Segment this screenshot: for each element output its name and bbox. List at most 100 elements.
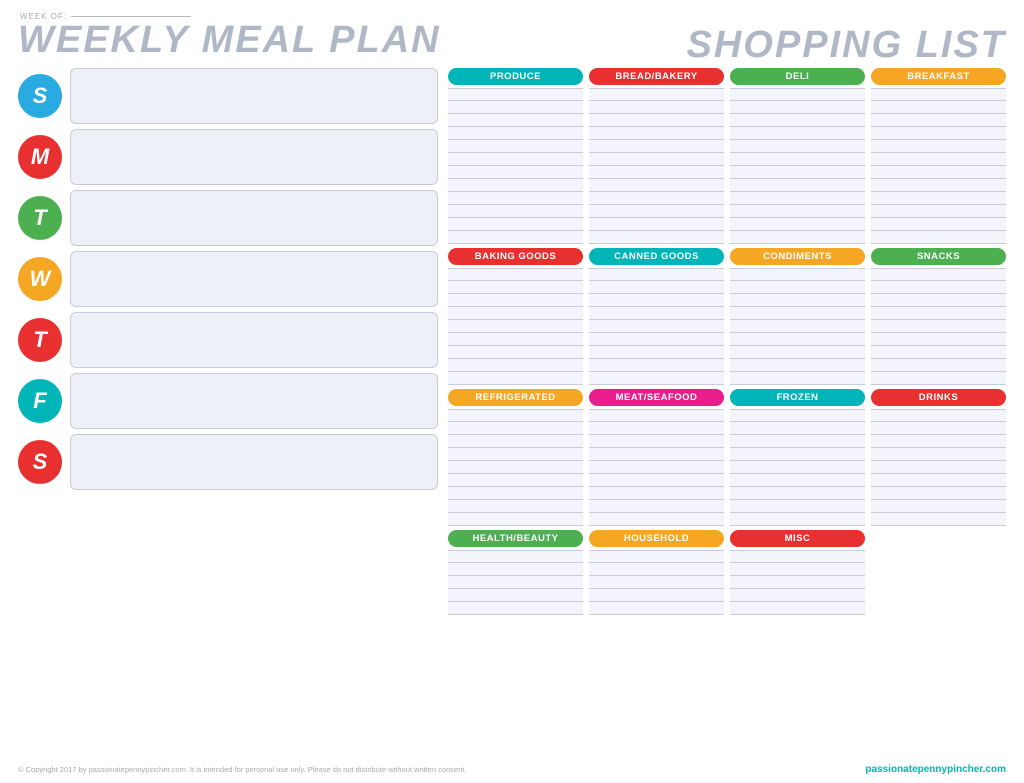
ruled-line[interactable] — [730, 218, 865, 231]
ruled-line[interactable] — [730, 372, 865, 385]
ruled-line[interactable] — [589, 513, 724, 526]
ruled-line[interactable] — [448, 231, 583, 244]
ruled-line[interactable] — [448, 127, 583, 140]
ruled-line[interactable] — [730, 500, 865, 513]
ruled-line[interactable] — [871, 218, 1006, 231]
meal-input-box[interactable] — [70, 190, 438, 246]
ruled-line[interactable] — [448, 333, 583, 346]
ruled-line[interactable] — [730, 448, 865, 461]
ruled-line[interactable] — [730, 127, 865, 140]
ruled-line[interactable] — [871, 268, 1006, 281]
ruled-line[interactable] — [589, 372, 724, 385]
ruled-line[interactable] — [448, 487, 583, 500]
ruled-line[interactable] — [730, 461, 865, 474]
ruled-line[interactable] — [730, 268, 865, 281]
ruled-line[interactable] — [589, 602, 724, 615]
ruled-line[interactable] — [448, 218, 583, 231]
ruled-line[interactable] — [871, 333, 1006, 346]
ruled-line[interactable] — [448, 550, 583, 563]
ruled-line[interactable] — [448, 101, 583, 114]
ruled-line[interactable] — [871, 474, 1006, 487]
ruled-line[interactable] — [730, 231, 865, 244]
ruled-line[interactable] — [871, 294, 1006, 307]
ruled-line[interactable] — [448, 346, 583, 359]
ruled-line[interactable] — [589, 268, 724, 281]
ruled-line[interactable] — [589, 461, 724, 474]
ruled-line[interactable] — [871, 320, 1006, 333]
ruled-line[interactable] — [589, 179, 724, 192]
ruled-line[interactable] — [589, 474, 724, 487]
ruled-line[interactable] — [448, 602, 583, 615]
ruled-line[interactable] — [871, 88, 1006, 101]
ruled-line[interactable] — [730, 550, 865, 563]
ruled-line[interactable] — [871, 281, 1006, 294]
ruled-line[interactable] — [448, 114, 583, 127]
ruled-line[interactable] — [730, 602, 865, 615]
ruled-line[interactable] — [871, 192, 1006, 205]
ruled-line[interactable] — [448, 409, 583, 422]
ruled-line[interactable] — [448, 88, 583, 101]
ruled-line[interactable] — [448, 500, 583, 513]
ruled-line[interactable] — [589, 346, 724, 359]
ruled-line[interactable] — [730, 409, 865, 422]
ruled-line[interactable] — [589, 307, 724, 320]
ruled-line[interactable] — [448, 474, 583, 487]
ruled-line[interactable] — [730, 294, 865, 307]
ruled-line[interactable] — [448, 435, 583, 448]
ruled-line[interactable] — [589, 281, 724, 294]
ruled-line[interactable] — [448, 563, 583, 576]
ruled-line[interactable] — [730, 101, 865, 114]
ruled-line[interactable] — [871, 409, 1006, 422]
ruled-line[interactable] — [448, 359, 583, 372]
meal-input-box[interactable] — [70, 251, 438, 307]
ruled-line[interactable] — [589, 101, 724, 114]
ruled-line[interactable] — [589, 114, 724, 127]
ruled-line[interactable] — [448, 448, 583, 461]
ruled-line[interactable] — [730, 487, 865, 500]
ruled-line[interactable] — [448, 281, 583, 294]
ruled-line[interactable] — [448, 372, 583, 385]
ruled-line[interactable] — [589, 192, 724, 205]
ruled-line[interactable] — [871, 179, 1006, 192]
meal-input-box[interactable] — [70, 373, 438, 429]
ruled-line[interactable] — [448, 166, 583, 179]
ruled-line[interactable] — [589, 294, 724, 307]
ruled-line[interactable] — [589, 166, 724, 179]
ruled-line[interactable] — [589, 205, 724, 218]
ruled-line[interactable] — [589, 563, 724, 576]
ruled-line[interactable] — [589, 487, 724, 500]
ruled-line[interactable] — [448, 179, 583, 192]
ruled-line[interactable] — [448, 153, 583, 166]
ruled-line[interactable] — [589, 500, 724, 513]
ruled-line[interactable] — [448, 192, 583, 205]
meal-input-box[interactable] — [70, 434, 438, 490]
ruled-line[interactable] — [730, 140, 865, 153]
ruled-line[interactable] — [871, 166, 1006, 179]
ruled-line[interactable] — [730, 513, 865, 526]
ruled-line[interactable] — [448, 422, 583, 435]
ruled-line[interactable] — [730, 281, 865, 294]
ruled-line[interactable] — [448, 576, 583, 589]
ruled-line[interactable] — [448, 320, 583, 333]
ruled-line[interactable] — [730, 192, 865, 205]
ruled-line[interactable] — [730, 563, 865, 576]
ruled-line[interactable] — [730, 205, 865, 218]
meal-input-box[interactable] — [70, 129, 438, 185]
meal-input-box[interactable] — [70, 68, 438, 124]
ruled-line[interactable] — [448, 140, 583, 153]
ruled-line[interactable] — [589, 422, 724, 435]
ruled-line[interactable] — [730, 422, 865, 435]
ruled-line[interactable] — [871, 448, 1006, 461]
ruled-line[interactable] — [871, 205, 1006, 218]
ruled-line[interactable] — [871, 359, 1006, 372]
ruled-line[interactable] — [589, 153, 724, 166]
ruled-line[interactable] — [589, 435, 724, 448]
ruled-line[interactable] — [589, 320, 724, 333]
ruled-line[interactable] — [871, 461, 1006, 474]
ruled-line[interactable] — [871, 487, 1006, 500]
ruled-line[interactable] — [589, 359, 724, 372]
ruled-line[interactable] — [589, 140, 724, 153]
ruled-line[interactable] — [589, 448, 724, 461]
ruled-line[interactable] — [589, 231, 724, 244]
ruled-line[interactable] — [871, 346, 1006, 359]
